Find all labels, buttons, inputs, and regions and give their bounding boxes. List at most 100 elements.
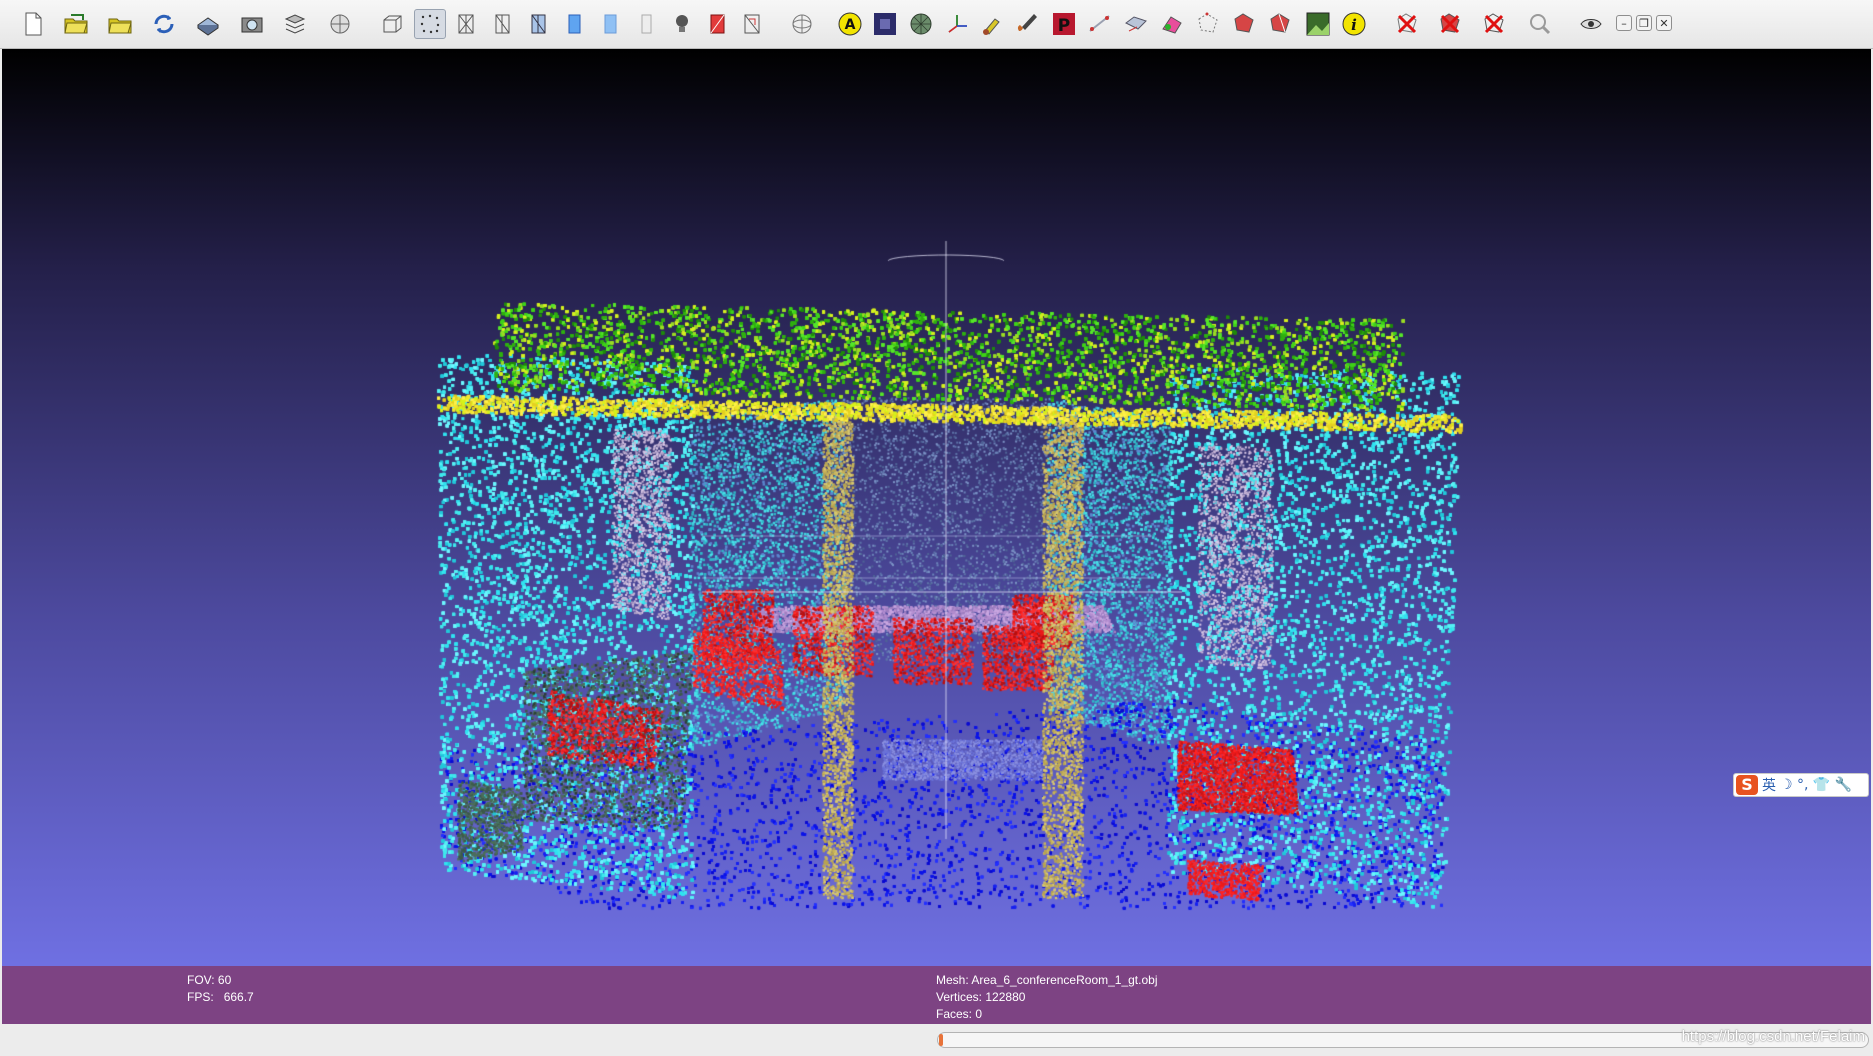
layers-button[interactable]: [279, 9, 311, 39]
smooth-render-button[interactable]: [594, 9, 626, 39]
normals-render-button[interactable]: [905, 9, 937, 39]
save-disk-icon: [197, 17, 219, 36]
camera-icon: [241, 17, 263, 33]
axes-button[interactable]: [941, 9, 973, 39]
eye-button[interactable]: [1575, 9, 1607, 39]
layers-icon: [284, 14, 306, 34]
brush-icon: [1017, 14, 1037, 31]
label-area-button[interactable]: A: [834, 9, 866, 39]
trackball-icon: [792, 14, 812, 34]
info-panel: FOV: 60 FPS: 666.7 Mesh: Area_6_conferen…: [2, 966, 1871, 1024]
eye-icon: [1580, 19, 1602, 29]
raster-align-button[interactable]: [1302, 9, 1334, 39]
select-connected-icon: [1270, 13, 1290, 33]
align-icon: [1125, 16, 1147, 32]
fps-label: FPS:: [187, 990, 214, 1004]
select-vertices-button[interactable]: [1192, 9, 1224, 39]
select-faces-icon: [1234, 13, 1254, 33]
colorize-button[interactable]: [1156, 9, 1188, 39]
hiddenlines-render-button[interactable]: [486, 9, 518, 39]
pick-points-button[interactable]: P: [1048, 9, 1080, 39]
paint-icon: [983, 18, 1000, 35]
magnifier-icon: [1530, 14, 1551, 35]
texture-icon: [641, 14, 652, 34]
vertices-value: 122880: [985, 990, 1026, 1004]
raster-button[interactable]: [324, 9, 356, 39]
view-info: FOV: 60 FPS: 666.7: [187, 972, 254, 1006]
info-icon: i: [1342, 12, 1366, 36]
close-button[interactable]: ✕: [1656, 15, 1672, 31]
lighting-button[interactable]: [666, 9, 698, 39]
ime-toolbar[interactable]: S 英 ☽ °, 👕 🔧: [1733, 773, 1869, 797]
light-bulb-icon: [676, 15, 688, 32]
bbox-render-button[interactable]: [376, 9, 408, 39]
points-icon: [420, 14, 440, 34]
select-vertices-icon: [1198, 12, 1218, 33]
point-cloud-render[interactable]: [2, 49, 1871, 966]
new-document-icon: [25, 12, 42, 36]
wireframe-render-button[interactable]: [450, 9, 482, 39]
paint-button[interactable]: [976, 9, 1008, 39]
vertices-label: Vertices:: [936, 990, 983, 1004]
mesh-value: Area_6_conferenceRoom_1_gt.obj: [971, 973, 1158, 987]
faces-value: 0: [975, 1007, 983, 1021]
flatlines-render-button[interactable]: [522, 9, 554, 39]
mesh-row: Mesh: Area_6_conferenceRoom_1_gt.obj: [936, 972, 1158, 989]
smooth-shading-icon: [604, 14, 617, 34]
snapshot-button[interactable]: [236, 9, 268, 39]
export-mesh-button[interactable]: [192, 9, 224, 39]
zoom-button[interactable]: [1524, 9, 1556, 39]
minimize-button[interactable]: –: [1616, 15, 1632, 31]
main-toolbar: A Pi – ❐ ✕: [0, 0, 1873, 49]
flat-render-button[interactable]: [558, 9, 590, 39]
select-connected-button[interactable]: [1264, 9, 1296, 39]
3d-viewport[interactable]: [2, 49, 1871, 966]
globe-layer-icon: [330, 14, 350, 34]
texture-render-button[interactable]: [630, 9, 662, 39]
ime-tool-icons[interactable]: ☽ °, 👕 🔧: [1780, 777, 1852, 793]
select-faces-button[interactable]: [1228, 9, 1260, 39]
delete-vertices-icon: [1397, 13, 1417, 34]
reload-button[interactable]: [148, 9, 180, 39]
ime-language-toggle[interactable]: 英: [1762, 775, 1776, 795]
quality-histogram-button[interactable]: [869, 9, 901, 39]
folder-icon: [108, 18, 132, 34]
p-marker-icon: P: [1053, 13, 1075, 36]
trackball-button[interactable]: [786, 9, 818, 39]
measure-button[interactable]: [1084, 9, 1116, 39]
new-project-button[interactable]: [17, 9, 49, 39]
fov-value: 60: [217, 973, 232, 987]
restore-button[interactable]: ❐: [1636, 15, 1652, 31]
align-button[interactable]: [1120, 9, 1152, 39]
delete-vertices-button[interactable]: [1391, 9, 1423, 39]
fov-row: FOV: 60: [187, 972, 254, 989]
raster-align-icon: [1306, 12, 1330, 36]
backface-button[interactable]: [701, 9, 733, 39]
open-project-button[interactable]: [60, 9, 92, 39]
progress-fill: [939, 1034, 943, 1046]
points-render-button[interactable]: [414, 9, 446, 39]
brush-button[interactable]: [1012, 9, 1044, 39]
axes-icon: [948, 15, 967, 33]
info-button[interactable]: i: [1338, 9, 1370, 39]
reload-icon: [154, 14, 174, 34]
hidden-lines-icon: [495, 14, 510, 34]
ime-logo[interactable]: S: [1736, 775, 1758, 795]
fov-label: FOV:: [187, 973, 215, 987]
backface-icon: [710, 14, 725, 34]
histogram-icon: [874, 13, 896, 35]
fps-row: FPS: 666.7: [187, 989, 254, 1006]
flat-shading-icon: [568, 14, 581, 34]
delete-both-button[interactable]: [1478, 9, 1510, 39]
vertices-row: Vertices: 122880: [936, 989, 1158, 1006]
open-folder-icon: [64, 14, 88, 34]
import-mesh-button[interactable]: [104, 9, 136, 39]
wireframe-icon: [458, 14, 474, 34]
svg-text:A: A: [845, 17, 856, 33]
selected-faces-button[interactable]: [736, 9, 768, 39]
cage-icon: [744, 14, 760, 34]
faces-label: Faces:: [936, 1007, 973, 1021]
colorize-icon: [1162, 16, 1182, 34]
sphere-icon: [910, 13, 932, 35]
delete-faces-button[interactable]: [1434, 9, 1466, 39]
